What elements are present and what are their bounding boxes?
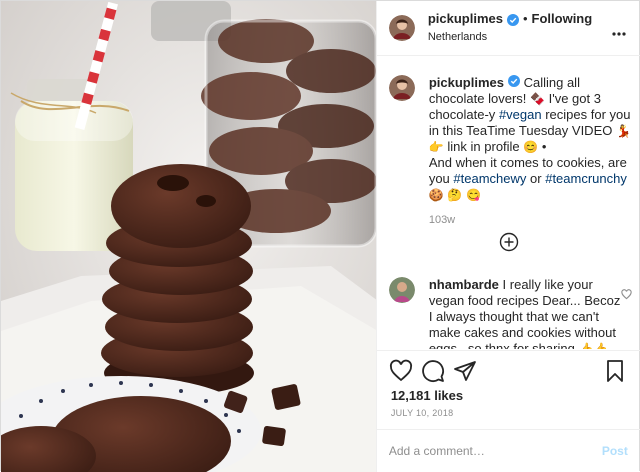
comments-section[interactable]: pickuplimes Calling all chocolate lovers… — [377, 57, 640, 349]
action-bar — [376, 350, 640, 390]
caption-text: pickuplimes Calling all chocolate lovers… — [429, 75, 635, 203]
post-date[interactable]: JULY 10, 2018 — [391, 408, 454, 418]
location-link[interactable]: Netherlands — [428, 29, 592, 45]
comment-icon[interactable] — [421, 359, 445, 383]
verified-badge-icon — [507, 75, 520, 87]
more-horizontal-icon[interactable] — [612, 23, 626, 36]
verified-badge-icon — [506, 13, 519, 26]
avatar[interactable] — [388, 15, 415, 41]
paper-plane-icon[interactable] — [453, 359, 477, 383]
cookie-emoji: 🍪 — [428, 188, 444, 202]
hashtag-link[interactable]: #teamchewy — [453, 171, 526, 186]
smiling-face-emoji: 😊 — [523, 140, 539, 154]
cookie-photo-illustration — [1, 1, 376, 472]
post-comment-button[interactable]: Post — [602, 444, 628, 458]
comment-item: nhambarde I really like your vegan food … — [388, 277, 634, 349]
chocolate-bar-emoji: 🍫 — [530, 92, 545, 106]
comment-username-link[interactable]: nhambarde — [429, 277, 499, 292]
post-header: pickuplimes • Following Netherlands — [376, 1, 640, 56]
caption-part: or — [530, 171, 542, 186]
caption-timestamp[interactable]: 103w — [429, 214, 635, 226]
post-photo[interactable] — [1, 1, 377, 472]
comment-input[interactable] — [388, 444, 602, 458]
instagram-post: pickuplimes • Following Netherlands pick… — [0, 0, 640, 472]
following-button[interactable]: Following — [532, 11, 593, 27]
thumbs-up-emoji: 👍👍 — [578, 342, 609, 349]
username-link[interactable]: pickuplimes — [428, 11, 503, 27]
dancer-emoji: 💃 — [615, 124, 631, 138]
post-sidebar: pickuplimes • Following Netherlands pick… — [376, 1, 640, 472]
caption-part: • — [541, 139, 547, 154]
add-comment-bar: Post — [376, 429, 640, 472]
avatar[interactable] — [388, 277, 415, 303]
yum-face-emoji: 😋 — [465, 188, 481, 202]
hashtag-link[interactable]: #vegan — [499, 107, 542, 122]
comment-text: nhambarde I really like your vegan food … — [429, 277, 621, 349]
avatar[interactable] — [388, 75, 415, 101]
pointing-hand-emoji: 👉 — [428, 140, 444, 154]
plus-circle-icon[interactable] — [499, 232, 519, 252]
caption-part: link in profile — [447, 139, 520, 154]
hashtag-link[interactable]: #teamcrunchy — [545, 171, 627, 186]
caption: pickuplimes Calling all chocolate lovers… — [388, 75, 635, 226]
thinking-face-emoji: 🤔 — [447, 188, 463, 202]
likes-count[interactable]: 12,181 likes — [391, 388, 463, 403]
separator-dot: • — [522, 11, 528, 26]
heart-icon[interactable] — [389, 359, 413, 383]
caption-username-link[interactable]: pickuplimes — [429, 75, 504, 90]
header-text: pickuplimes • Following Netherlands — [428, 11, 592, 45]
heart-icon[interactable] — [621, 287, 632, 300]
bookmark-icon[interactable] — [603, 359, 627, 383]
